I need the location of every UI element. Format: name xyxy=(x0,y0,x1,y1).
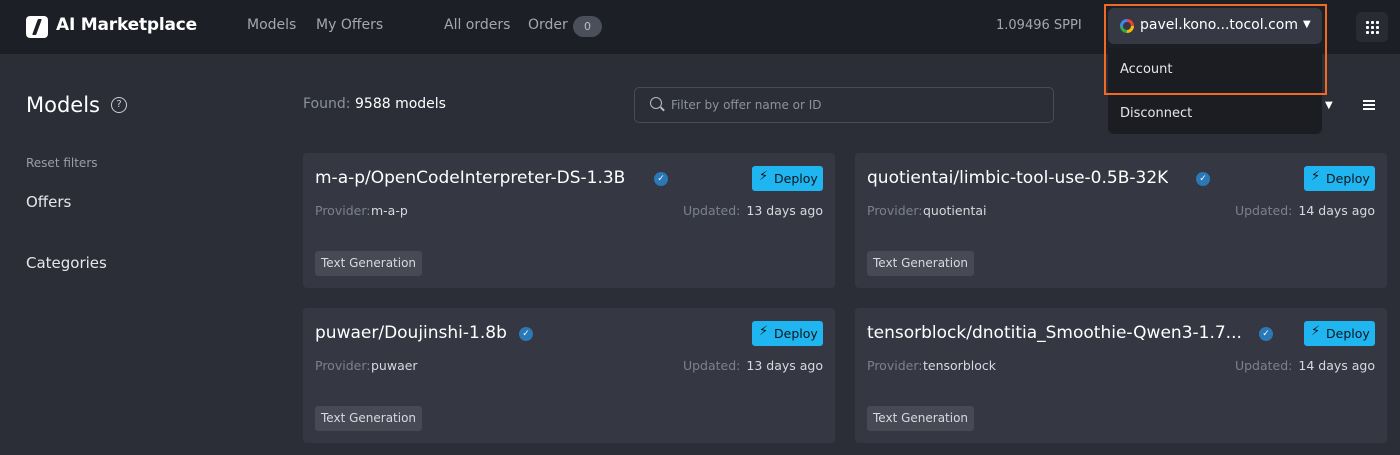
model-card[interactable]: tensorblock/dnotitia_Smoothie-Qwen3-1.7.… xyxy=(855,308,1387,443)
search-input[interactable] xyxy=(671,88,1041,122)
provider-label: Provider: xyxy=(867,358,923,373)
reset-filters-link[interactable]: Reset filters xyxy=(26,156,98,170)
caret-down-icon: ▼ xyxy=(1303,19,1311,30)
verified-icon: ✓ xyxy=(519,327,533,341)
account-button[interactable]: pavel.kono...tocol.com ▼ xyxy=(1108,8,1322,44)
provider-label: Provider: xyxy=(315,203,371,218)
search-box xyxy=(634,87,1054,123)
updated-info: Updated: 13 days ago xyxy=(682,358,823,373)
bolt-icon: ⚡ xyxy=(759,324,769,339)
page-title: Models xyxy=(26,93,100,117)
top-bar: AI Marketplace Models My Offers All orde… xyxy=(0,0,1400,54)
verified-icon: ✓ xyxy=(1196,172,1210,186)
filter-section-categories[interactable]: Categories xyxy=(26,254,107,272)
model-title[interactable]: tensorblock/dnotitia_Smoothie-Qwen3-1.7.… xyxy=(867,323,1242,343)
nav-order[interactable]: Order xyxy=(528,17,568,33)
nav-all-orders[interactable]: All orders xyxy=(444,17,510,33)
order-count-badge: 0 xyxy=(573,16,602,37)
updated-info: Updated: 13 days ago xyxy=(682,203,823,218)
menu-item-disconnect[interactable]: Disconnect xyxy=(1120,106,1192,121)
bolt-icon: ⚡ xyxy=(1311,169,1321,184)
sort-caret-icon[interactable]: ▼ xyxy=(1325,100,1333,111)
updated-info: Updated: 14 days ago xyxy=(1234,203,1375,218)
model-title[interactable]: puwaer/Doujinshi-1.8b xyxy=(315,323,507,343)
provider-name: puwaer xyxy=(371,358,418,373)
apps-grid-icon xyxy=(1366,21,1369,24)
category-tag[interactable]: Text Generation xyxy=(315,251,423,276)
category-tag[interactable]: Text Generation xyxy=(867,251,975,276)
deploy-button[interactable]: ⚡ Deploy xyxy=(1304,166,1375,191)
bolt-icon: ⚡ xyxy=(759,169,769,184)
account-label: pavel.kono...tocol.com xyxy=(1140,17,1298,33)
balance-display: 1.09496 SPPI xyxy=(996,18,1082,33)
category-tag[interactable]: Text Generation xyxy=(867,406,975,431)
found-count: 9588 models xyxy=(355,96,446,112)
help-icon[interactable]: ? xyxy=(111,97,127,113)
category-tag[interactable]: Text Generation xyxy=(315,406,423,431)
verified-icon: ✓ xyxy=(654,172,668,186)
model-card[interactable]: m-a-p/OpenCodeInterpreter-DS-1.3B ✓ ⚡ De… xyxy=(303,153,835,288)
filter-section-offers[interactable]: Offers xyxy=(26,193,71,211)
account-dropdown: Account Disconnect xyxy=(1108,48,1322,134)
model-card[interactable]: quotientai/limbic-tool-use-0.5B-32K ✓ ⚡ … xyxy=(855,153,1387,288)
list-view-icon[interactable] xyxy=(1363,100,1375,110)
deploy-button[interactable]: ⚡ Deploy xyxy=(752,321,823,346)
nav-my-offers[interactable]: My Offers xyxy=(316,17,383,33)
apps-grid-button[interactable] xyxy=(1356,12,1388,42)
nav-models[interactable]: Models xyxy=(247,17,296,33)
deploy-button[interactable]: ⚡ Deploy xyxy=(752,166,823,191)
provider-name: m-a-p xyxy=(371,203,408,218)
search-icon xyxy=(650,97,662,109)
brand-name[interactable]: AI Marketplace xyxy=(56,15,197,35)
verified-icon: ✓ xyxy=(1259,327,1273,341)
found-label: Found: xyxy=(303,96,351,112)
provider-label: Provider: xyxy=(867,203,923,218)
provider-label: Provider: xyxy=(315,358,371,373)
provider-name: tensorblock xyxy=(923,358,996,373)
updated-info: Updated: 14 days ago xyxy=(1234,358,1375,373)
model-card[interactable]: puwaer/Doujinshi-1.8b ✓ ⚡ Deploy Provide… xyxy=(303,308,835,443)
bolt-icon: ⚡ xyxy=(1311,324,1321,339)
model-title[interactable]: m-a-p/OpenCodeInterpreter-DS-1.3B xyxy=(315,168,625,188)
logo-icon[interactable] xyxy=(26,16,48,38)
menu-item-account[interactable]: Account xyxy=(1120,62,1173,77)
provider-name: quotientai xyxy=(923,203,987,218)
google-icon xyxy=(1120,19,1134,33)
deploy-button[interactable]: ⚡ Deploy xyxy=(1304,321,1375,346)
model-title[interactable]: quotientai/limbic-tool-use-0.5B-32K xyxy=(867,168,1168,188)
